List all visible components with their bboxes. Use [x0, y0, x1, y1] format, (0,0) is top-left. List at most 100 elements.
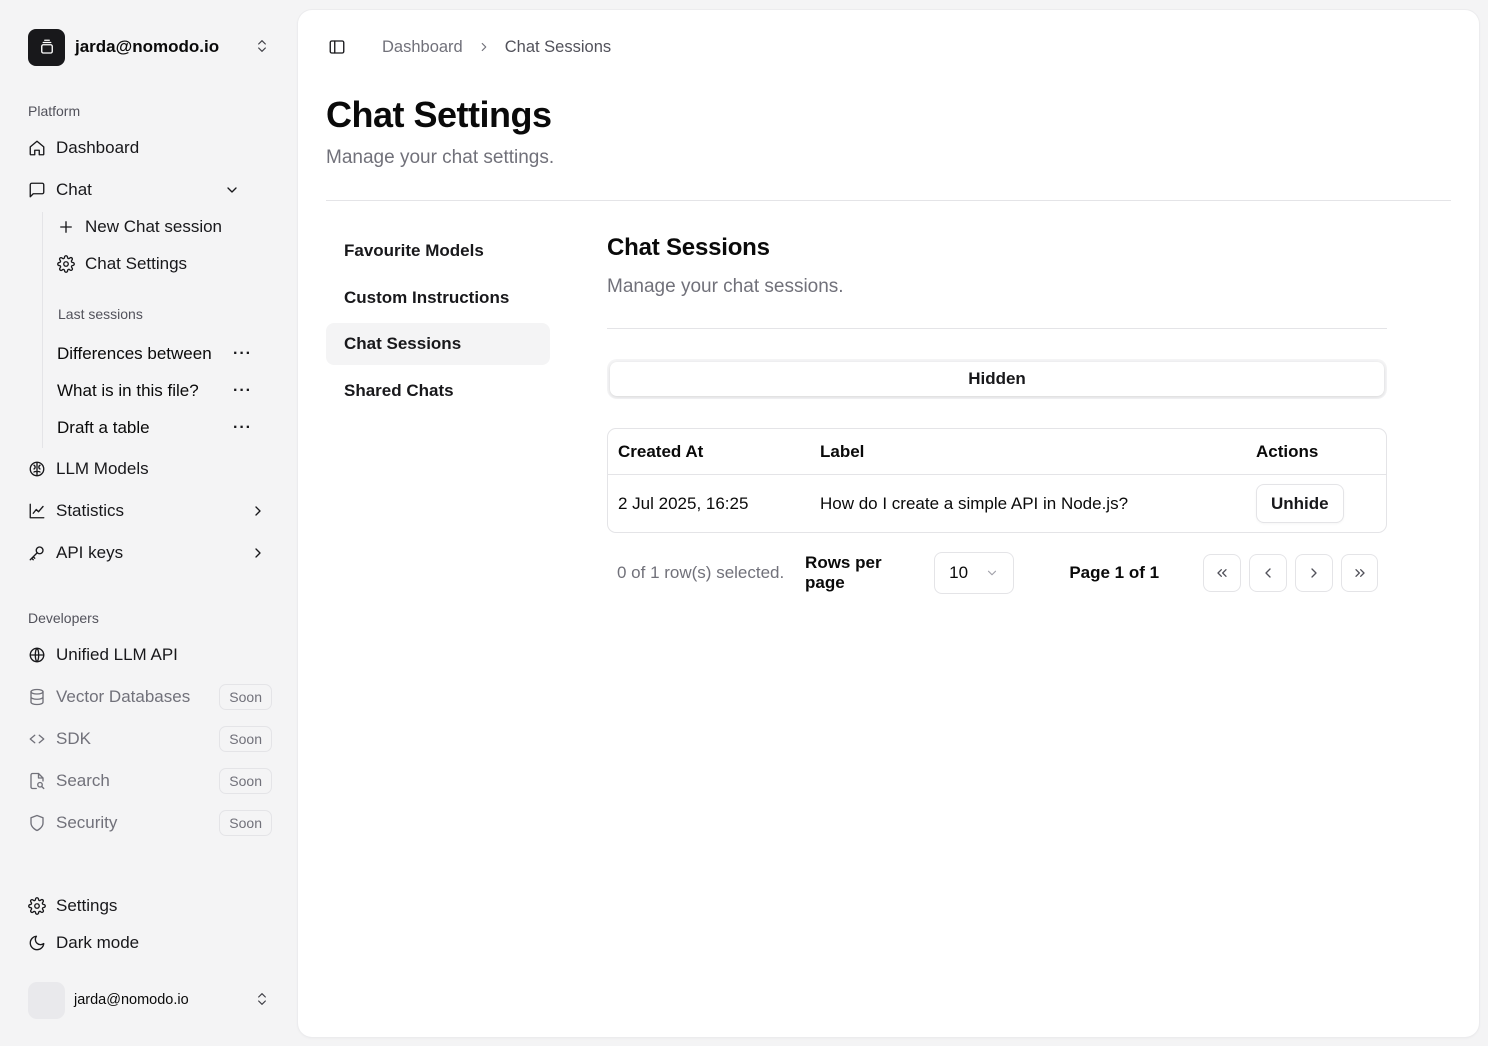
- table-row: 2 Jul 2025, 16:25 How do I create a simp…: [608, 475, 1386, 532]
- unhide-button[interactable]: Unhide: [1256, 484, 1344, 523]
- sidebar-item-llm-models[interactable]: LLM Models: [28, 453, 272, 485]
- cell-actions: Unhide: [1246, 484, 1386, 523]
- sidebar-item-settings[interactable]: Settings: [28, 890, 272, 922]
- sidebar-item-label: Chat: [56, 180, 92, 199]
- more-horizontal-icon[interactable]: ···: [233, 419, 251, 437]
- page-title: Chat Settings: [326, 94, 552, 135]
- pagination: 0 of 1 row(s) selected. Rows per page 10…: [607, 552, 1387, 594]
- settings-nav: Favourite Models Custom Instructions Cha…: [326, 230, 550, 416]
- team-logo-icon: [28, 28, 65, 66]
- sidebar-item-new-chat[interactable]: New Chat session: [57, 212, 247, 242]
- sidebar: jarda@nomodo.io Platform Dashboard Chat …: [0, 0, 298, 1046]
- developers-group-label: Developers: [28, 610, 99, 626]
- more-horizontal-icon[interactable]: ···: [233, 382, 251, 400]
- rows-per-page-label: Rows per page: [805, 553, 882, 592]
- sidebar-item-statistics[interactable]: Statistics: [28, 495, 272, 527]
- sidebar-item-api-keys[interactable]: API keys: [28, 537, 272, 569]
- soon-badge: Soon: [219, 726, 272, 752]
- cell-created: 2 Jul 2025, 16:25: [618, 493, 749, 513]
- platform-group-label: Platform: [28, 103, 81, 119]
- page-indicator: Page 1 of 1: [1069, 563, 1160, 582]
- sidebar-item-unified-api[interactable]: Unified LLM API: [28, 639, 272, 671]
- page-subtitle: Manage your chat settings.: [326, 147, 555, 168]
- tabs-list: Hidden: [607, 359, 1387, 399]
- chat-sessions-section: Chat Sessions Manage your chat sessions.…: [607, 230, 1387, 594]
- sidebar-item-label: Vector Databases: [56, 687, 191, 706]
- sidebar-item-security: Security Soon: [28, 807, 272, 839]
- settings-nav-custom-instructions[interactable]: Custom Instructions: [326, 277, 550, 319]
- sidebar-item-label: New Chat session: [85, 217, 223, 236]
- breadcrumb-dashboard[interactable]: Dashboard: [382, 38, 463, 57]
- database-icon: [28, 688, 46, 706]
- more-horizontal-icon[interactable]: ···: [233, 345, 251, 363]
- sidebar-item-label: Search: [56, 771, 110, 790]
- message-square-icon: [28, 181, 46, 199]
- selection-count: 0 of 1 row(s) selected.: [617, 563, 785, 582]
- soon-badge: Soon: [219, 768, 272, 794]
- chevron-right-icon: [477, 40, 491, 54]
- sidebar-toggle-icon[interactable]: [328, 38, 346, 56]
- chevron-down-icon: [224, 182, 240, 198]
- chevrons-up-down-icon: [254, 991, 272, 1009]
- sidebar-item-chat-settings[interactable]: Chat Settings: [57, 249, 247, 279]
- sidebar-item-dashboard[interactable]: Dashboard: [28, 132, 272, 164]
- chevrons-up-down-icon: [254, 38, 272, 56]
- sidebar-item-vector-databases: Vector Databases Soon: [28, 681, 272, 713]
- sidebar-item-chat[interactable]: Chat: [28, 174, 272, 206]
- session-item[interactable]: Draft a table ···: [57, 413, 251, 443]
- team-name: jarda@nomodo.io: [75, 37, 220, 56]
- code-icon: [28, 730, 46, 748]
- last-sessions-label: Last sessions: [58, 306, 143, 322]
- sidebar-item-label: Settings: [56, 896, 118, 915]
- column-header-actions: Actions: [1256, 441, 1319, 461]
- soon-badge: Soon: [219, 810, 272, 836]
- home-icon: [28, 139, 46, 157]
- sidebar-item-label: API keys: [56, 543, 124, 562]
- sidebar-item-label: Dashboard: [56, 138, 140, 157]
- column-header-created: Created At: [618, 441, 704, 461]
- settings-gear-icon: [28, 897, 46, 915]
- cell-label: How do I create a simple API in Node.js?: [820, 493, 1129, 513]
- team-switcher[interactable]: jarda@nomodo.io: [28, 28, 272, 66]
- settings-gear-icon: [57, 255, 75, 273]
- last-page-button[interactable]: [1341, 554, 1379, 592]
- previous-page-button[interactable]: [1249, 554, 1287, 592]
- soon-badge: Soon: [219, 684, 272, 710]
- chevron-right-icon: [250, 545, 266, 561]
- chevrons-left-icon: [1217, 569, 1227, 577]
- rows-per-page-value: 10: [949, 563, 969, 582]
- session-item[interactable]: What is in this file? ···: [57, 376, 251, 406]
- submenu-line: [42, 212, 43, 448]
- rows-per-page-select[interactable]: 10: [934, 552, 1015, 594]
- column-header-label: Label: [820, 441, 865, 461]
- chevron-down-icon: [985, 566, 999, 580]
- session-item[interactable]: Differences between ···: [57, 339, 251, 369]
- table-header: Created At Label Actions: [608, 429, 1386, 475]
- divider: [607, 328, 1387, 329]
- sidebar-item-label: Chat Settings: [85, 254, 188, 273]
- avatar: [28, 981, 65, 1019]
- tab-hidden[interactable]: Hidden: [610, 362, 1384, 396]
- sidebar-item-label: Dark mode: [56, 933, 140, 952]
- topbar: Dashboard Chat Sessions: [328, 37, 611, 57]
- chevron-right-icon: [1311, 568, 1317, 578]
- file-search-icon: [28, 772, 46, 790]
- settings-nav-shared-chats[interactable]: Shared Chats: [326, 370, 550, 412]
- sidebar-item-label: Security: [56, 813, 118, 832]
- key-icon: [28, 544, 46, 562]
- divider: [326, 200, 1451, 201]
- settings-nav-favourite-models[interactable]: Favourite Models: [326, 230, 550, 272]
- chevron-left-icon: [1265, 568, 1271, 578]
- next-page-button[interactable]: [1295, 554, 1333, 592]
- session-label: What is in this file?: [57, 381, 199, 400]
- breadcrumb-current: Chat Sessions: [504, 37, 612, 56]
- user-menu[interactable]: jarda@nomodo.io: [28, 981, 272, 1019]
- globe-icon: [28, 646, 46, 664]
- dark-mode-toggle[interactable]: Dark mode: [28, 927, 272, 959]
- brain-icon: [28, 460, 46, 478]
- first-page-button[interactable]: [1203, 554, 1241, 592]
- breadcrumb: Dashboard Chat Sessions: [382, 38, 611, 57]
- session-label: Draft a table: [57, 418, 150, 437]
- settings-nav-chat-sessions[interactable]: Chat Sessions: [326, 323, 550, 365]
- section-subtitle: Manage your chat sessions.: [607, 276, 844, 297]
